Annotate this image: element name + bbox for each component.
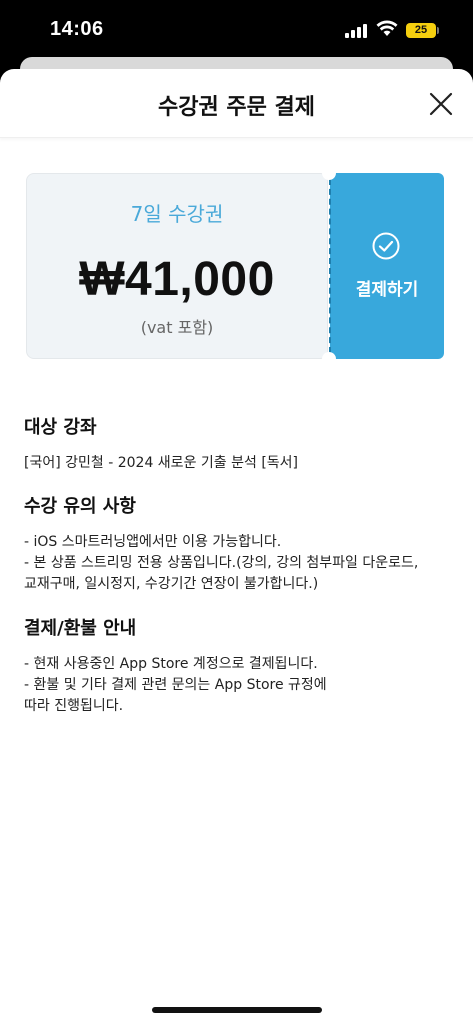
battery-tip bbox=[437, 27, 439, 34]
refund-line: - 환불 및 기타 결제 관련 문의는 App Store 규정에 bbox=[24, 677, 327, 693]
status-bar: 14:06 25 bbox=[0, 0, 473, 62]
battery-icon: 25 bbox=[406, 23, 436, 38]
wifi-icon bbox=[376, 19, 398, 37]
payment-refund-section: 결제/환불 안내 - 현재 사용중인 App Store 계정으로 결제됩니다.… bbox=[24, 614, 454, 717]
pass-name: 7일 수강권 bbox=[130, 202, 224, 226]
vat-note: (vat 포함) bbox=[140, 318, 214, 337]
section-title: 결제/환불 안내 bbox=[24, 618, 137, 639]
status-time: 14:06 bbox=[50, 18, 104, 40]
pass-ticket: 7일 수강권 ₩41,000 (vat 포함) 결제하기 bbox=[26, 166, 444, 366]
ticket-notch-bottom bbox=[322, 352, 336, 366]
notice-section: 수강 유의 사항 - iOS 스마트러닝앱에서만 이용 가능합니다. - 본 상… bbox=[24, 492, 454, 595]
pass-price: ₩41,000 bbox=[79, 253, 275, 306]
close-button[interactable] bbox=[426, 89, 456, 119]
notice-line: - 본 상품 스트리밍 전용 상품입니다.(강의, 강의 첨부파일 다운로드, bbox=[24, 555, 419, 571]
cellular-signal-icon bbox=[345, 22, 369, 38]
course-name: [국어] 강민철 - 2024 새로운 기출 분석 [독서] bbox=[24, 455, 298, 471]
check-circle-icon bbox=[372, 232, 400, 260]
notice-line: - iOS 스마트러닝앱에서만 이용 가능합니다. bbox=[24, 534, 282, 550]
pay-button[interactable]: 결제하기 bbox=[329, 173, 444, 359]
close-icon bbox=[429, 92, 453, 116]
pass-info-card: 7일 수강권 ₩41,000 (vat 포함) bbox=[26, 173, 328, 359]
section-title: 대상 강좌 bbox=[24, 417, 97, 438]
refund-line: - 현재 사용중인 App Store 계정으로 결제됩니다. bbox=[24, 656, 318, 672]
page-title: 수강권 주문 결제 bbox=[158, 95, 315, 120]
refund-line: 따라 진행됩니다. bbox=[24, 698, 124, 714]
pay-button-label: 결제하기 bbox=[355, 280, 419, 300]
order-sheet: 수강권 주문 결제 7일 수강권 ₩41,000 (vat 포함) 결제하기 대… bbox=[0, 69, 473, 1024]
ticket-notch-top bbox=[322, 166, 336, 180]
notice-line: 교재구매, 일시정지, 수강기간 연장이 불가합니다.) bbox=[24, 576, 319, 592]
sheet-header: 수강권 주문 결제 bbox=[0, 69, 473, 138]
home-indicator[interactable] bbox=[152, 1007, 322, 1013]
section-title: 수강 유의 사항 bbox=[24, 496, 136, 517]
target-course-section: 대상 강좌 [국어] 강민철 - 2024 새로운 기출 분석 [독서] bbox=[24, 413, 454, 474]
